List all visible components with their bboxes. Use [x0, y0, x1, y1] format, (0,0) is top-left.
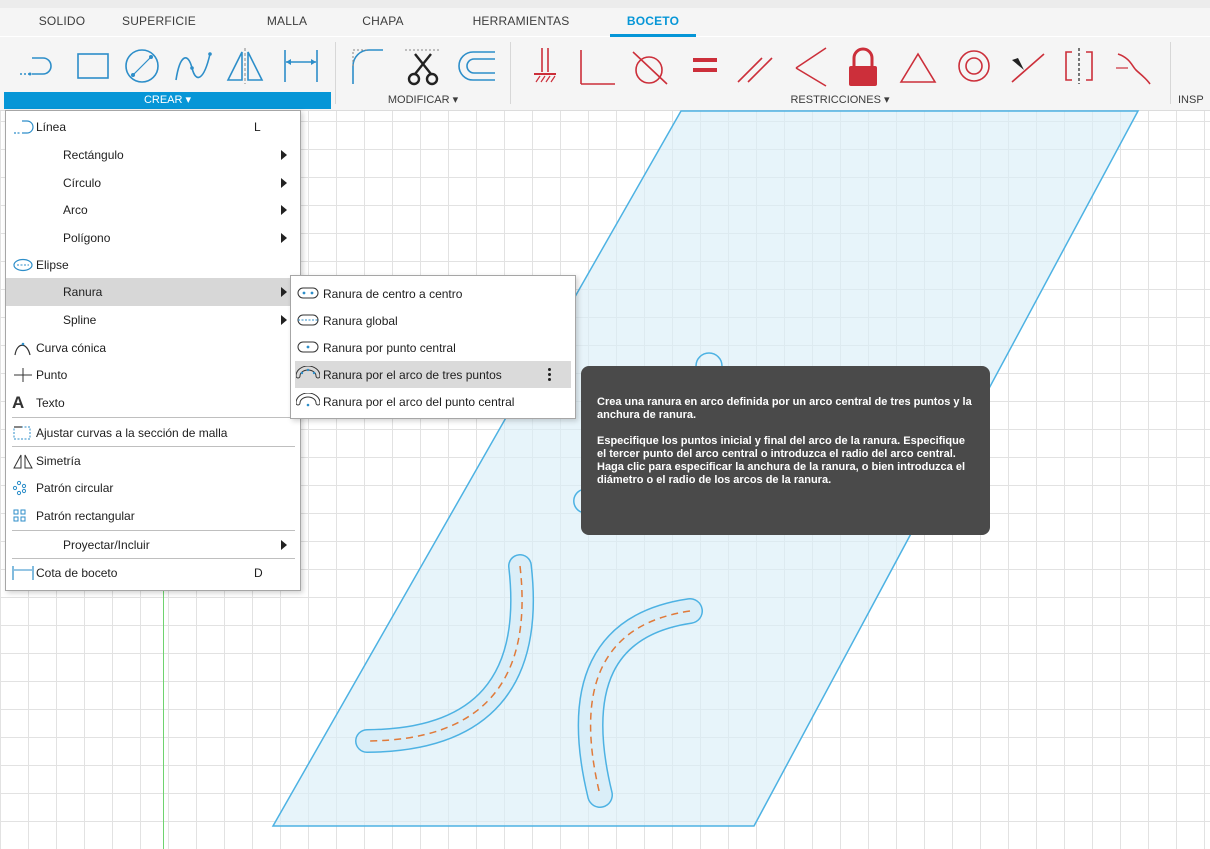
slot-submenu: Ranura de centro a centro Ranura global … — [290, 275, 576, 419]
submenu-arrow-icon — [281, 315, 287, 325]
submenu-item-ranura-arco-punto-central[interactable]: Ranura por el arco del punto central — [291, 388, 575, 415]
submenu-item-ranura-centro-a-centro[interactable]: Ranura de centro a centro — [291, 280, 575, 307]
mirror-icon — [12, 453, 34, 469]
line-icon — [12, 119, 34, 135]
shortcut-label: L — [254, 120, 261, 134]
submenu-arrow-icon — [281, 150, 287, 160]
sketch-dimension-icon — [12, 565, 34, 581]
center-slot-icon — [296, 285, 320, 301]
menu-item-curva-conica[interactable]: Curva cónica — [6, 334, 300, 362]
tooltip-instructions: Especifique los puntos inicial y final d… — [597, 435, 966, 486]
center-point-arc-slot-icon — [295, 392, 321, 409]
center-point-slot-icon — [296, 339, 320, 355]
menu-item-ajustar-curvas[interactable]: Ajustar curvas a la sección de malla — [6, 419, 300, 447]
menu-item-proyectar-incluir[interactable]: Proyectar/Incluir — [6, 531, 300, 559]
shortcut-label: D — [254, 566, 263, 580]
menu-item-poligono[interactable]: Polígono — [6, 224, 300, 252]
circular-pattern-icon — [12, 480, 34, 496]
ellipse-icon — [12, 257, 34, 273]
menu-item-patron-rectangular[interactable]: Patrón rectangular — [6, 502, 300, 530]
submenu-item-ranura-global[interactable]: Ranura global — [291, 307, 575, 334]
conic-curve-icon — [12, 340, 34, 356]
menu-item-arco[interactable]: Arco — [6, 196, 300, 224]
menu-item-rectangulo[interactable]: Rectángulo — [6, 141, 300, 169]
submenu-arrow-icon — [281, 233, 287, 243]
submenu-arrow-icon — [281, 287, 287, 297]
menu-item-cota-de-boceto[interactable]: Cota de boceto D — [6, 559, 300, 587]
fit-curves-icon — [12, 425, 34, 441]
overall-slot-icon — [296, 312, 320, 328]
point-icon — [12, 367, 34, 383]
command-tooltip: Crea una ranura en arco definida por un … — [581, 366, 990, 535]
three-point-arc-slot-icon — [295, 365, 321, 382]
menu-separator — [12, 417, 295, 418]
text-icon: A — [12, 393, 25, 412]
tooltip-summary: Crea una ranura en arco definida por un … — [597, 396, 972, 421]
submenu-item-ranura-arco-tres-puntos[interactable]: Ranura por el arco de tres puntos — [295, 361, 571, 388]
menu-item-punto[interactable]: Punto — [6, 361, 300, 389]
create-menu: Línea L Rectángulo Círculo Arco Polígono… — [5, 110, 301, 591]
menu-item-simetria[interactable]: Simetría — [6, 447, 300, 475]
submenu-arrow-icon — [281, 205, 287, 215]
more-options-icon[interactable] — [548, 368, 551, 382]
submenu-arrow-icon — [281, 540, 287, 550]
menu-item-circulo[interactable]: Círculo — [6, 169, 300, 197]
menu-item-patron-circular[interactable]: Patrón circular — [6, 474, 300, 502]
menu-item-ranura[interactable]: Ranura — [6, 278, 300, 306]
menu-item-linea[interactable]: Línea L — [6, 113, 300, 141]
submenu-arrow-icon — [281, 178, 287, 188]
rectangular-pattern-icon — [12, 508, 34, 524]
menu-item-elipse[interactable]: Elipse — [6, 251, 300, 279]
menu-item-spline[interactable]: Spline — [6, 306, 300, 334]
menu-item-texto[interactable]: A Texto — [6, 389, 300, 417]
submenu-item-ranura-punto-central[interactable]: Ranura por punto central — [291, 334, 575, 361]
